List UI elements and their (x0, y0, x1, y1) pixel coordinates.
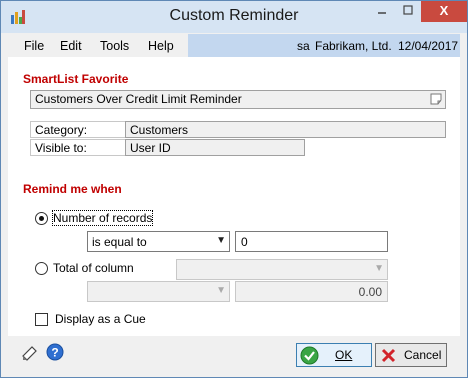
ok-button[interactable]: OK (296, 343, 372, 367)
category-label: Category: (30, 121, 125, 138)
chevron-down-icon: ▼ (216, 285, 226, 296)
chevron-down-icon: ▼ (216, 235, 226, 246)
visible-to-label: Visible to: (30, 139, 125, 156)
svg-text:?: ? (51, 346, 58, 360)
ok-button-label: OK (335, 348, 353, 362)
lookup-icon[interactable] (429, 92, 443, 106)
menu-bar: File Edit Tools Help sa Fabrikam, Ltd. 1… (8, 34, 460, 57)
close-button[interactable]: X (421, 1, 467, 22)
number-of-records-label[interactable]: Number of records (51, 210, 154, 226)
cancel-x-icon (381, 348, 396, 363)
title-bar[interactable]: Custom Reminder X (1, 1, 467, 33)
number-of-records-radio[interactable] (35, 212, 48, 225)
user-company-date-bar: sa Fabrikam, Ltd. 12/04/2017 (188, 34, 460, 57)
chevron-down-icon: ▼ (374, 263, 384, 274)
total-of-column-radio[interactable] (35, 262, 48, 275)
total-operator-select[interactable]: ▼ (87, 281, 230, 302)
menu-help[interactable]: Help (148, 39, 174, 53)
note-icon[interactable] (21, 344, 39, 362)
smartlist-favorite-field[interactable]: Customers Over Credit Limit Reminder (30, 90, 446, 109)
operator-value: is equal to (92, 235, 147, 249)
operator-select[interactable]: is equal to ▼ (87, 231, 230, 252)
maximize-icon (403, 5, 413, 15)
display-as-cue-label[interactable]: Display as a Cue (55, 312, 146, 326)
help-icon[interactable]: ? (46, 343, 64, 361)
display-as-cue-checkbox[interactable] (35, 313, 48, 326)
total-of-column-label[interactable]: Total of column (53, 261, 134, 275)
cancel-button-label: Cancel (404, 348, 442, 362)
custom-reminder-window: Custom Reminder X File Edit Tools Help s… (0, 0, 468, 378)
session-date: 12/04/2017 (398, 39, 459, 53)
minimize-icon (378, 12, 386, 14)
user-id: sa (297, 39, 310, 53)
total-value-input[interactable]: 0.00 (235, 281, 388, 302)
records-value-input[interactable]: 0 (235, 231, 388, 252)
smartlist-section-title: SmartList Favorite (23, 72, 129, 86)
category-field: Customers (125, 121, 446, 138)
minimize-button[interactable] (369, 1, 395, 22)
menu-tools[interactable]: Tools (100, 39, 129, 53)
company-name: Fabrikam, Ltd. (315, 39, 392, 53)
column-select[interactable]: ▼ (176, 259, 388, 280)
visible-to-field: User ID (125, 139, 305, 156)
maximize-button[interactable] (395, 1, 421, 22)
menu-file[interactable]: File (24, 39, 44, 53)
smartlist-favorite-value: Customers Over Credit Limit Reminder (35, 92, 242, 106)
footer-bar: ? OK Cancel (8, 336, 460, 372)
remind-section-title: Remind me when (23, 182, 122, 196)
cancel-button[interactable]: Cancel (375, 343, 447, 367)
reminder-form: SmartList Favorite Customers Over Credit… (8, 57, 460, 336)
menu-edit[interactable]: Edit (60, 39, 82, 53)
checkmark-icon (300, 346, 319, 365)
close-icon: X (439, 3, 449, 18)
